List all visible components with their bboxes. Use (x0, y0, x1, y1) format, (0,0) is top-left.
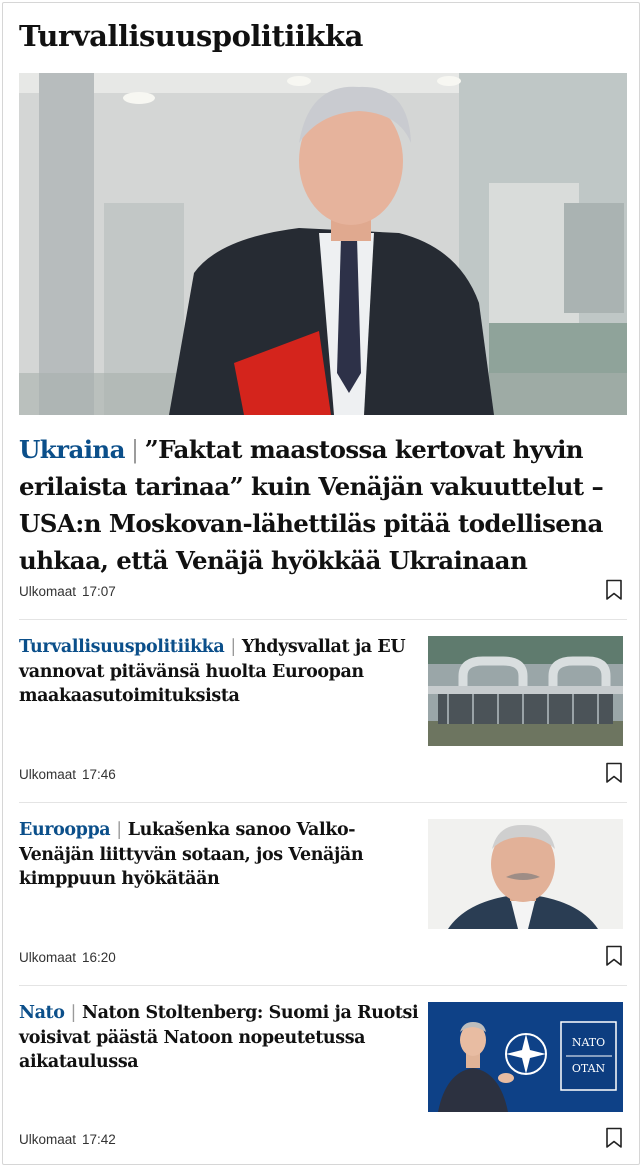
kicker-separator: | (230, 637, 236, 657)
divider (19, 619, 627, 620)
timestamp: 17:42 (82, 1132, 116, 1147)
article-kicker[interactable]: Nato (19, 1003, 65, 1023)
article-headline[interactable]: Eurooppa | Lukašenka sanoo Valko-Venäjän l… (19, 818, 419, 892)
article-meta: Ulkomaat 17:42 (19, 1132, 116, 1147)
nato-sign-text: NATO (572, 1036, 605, 1049)
kicker-separator: | (70, 1003, 77, 1023)
article-thumbnail-portrait[interactable] (428, 819, 623, 929)
article-thumbnail-nato[interactable]: NATO OTAN (428, 1002, 623, 1112)
bookmark-icon[interactable] (605, 1127, 623, 1149)
timestamp: 16:20 (82, 950, 116, 965)
divider (19, 985, 627, 986)
bookmark-icon[interactable] (605, 762, 623, 784)
bookmark-icon[interactable] (605, 945, 623, 967)
news-list-card: Turvallisuuspolitiikka Ukraina |”Faktat … (2, 2, 640, 1165)
section-title[interactable]: Turvallisuuspolitiikka (19, 19, 363, 53)
category-label: Ulkomaat (19, 1132, 77, 1147)
article-thumbnail-gas-pipes[interactable] (428, 636, 623, 746)
category-label: Ulkomaat (19, 584, 77, 599)
timestamp: 17:46 (82, 767, 116, 782)
article-kicker[interactable]: Eurooppa (19, 820, 111, 840)
article-kicker[interactable]: Turvallisuuspolitiikka (19, 637, 225, 657)
otan-sign-text: OTAN (572, 1062, 606, 1075)
hero-kicker[interactable]: Ukraina (19, 435, 126, 464)
divider (19, 802, 627, 803)
article-headline[interactable]: Nato | Naton Stoltenberg: Suomi ja Ruotsi … (19, 1001, 419, 1075)
hero-meta: Ulkomaat 17:07 (19, 584, 116, 599)
hero-headline[interactable]: Ukraina | ”Faktat maastossa kertovat hyvin… (19, 431, 631, 579)
bookmark-icon[interactable] (605, 579, 623, 601)
article-meta: Ulkomaat 16:20 (19, 950, 116, 965)
category-label: Ulkomaat (19, 767, 77, 782)
article-meta: Ulkomaat 17:46 (19, 767, 116, 782)
hero-image[interactable] (19, 73, 627, 415)
article-headline[interactable]: Turvallisuuspolitiikka | Yhdysvallat ja EU… (19, 635, 419, 709)
kicker-separator: | (130, 435, 139, 464)
timestamp: 17:07 (82, 584, 116, 599)
kicker-separator: | (116, 820, 122, 840)
category-label: Ulkomaat (19, 950, 77, 965)
